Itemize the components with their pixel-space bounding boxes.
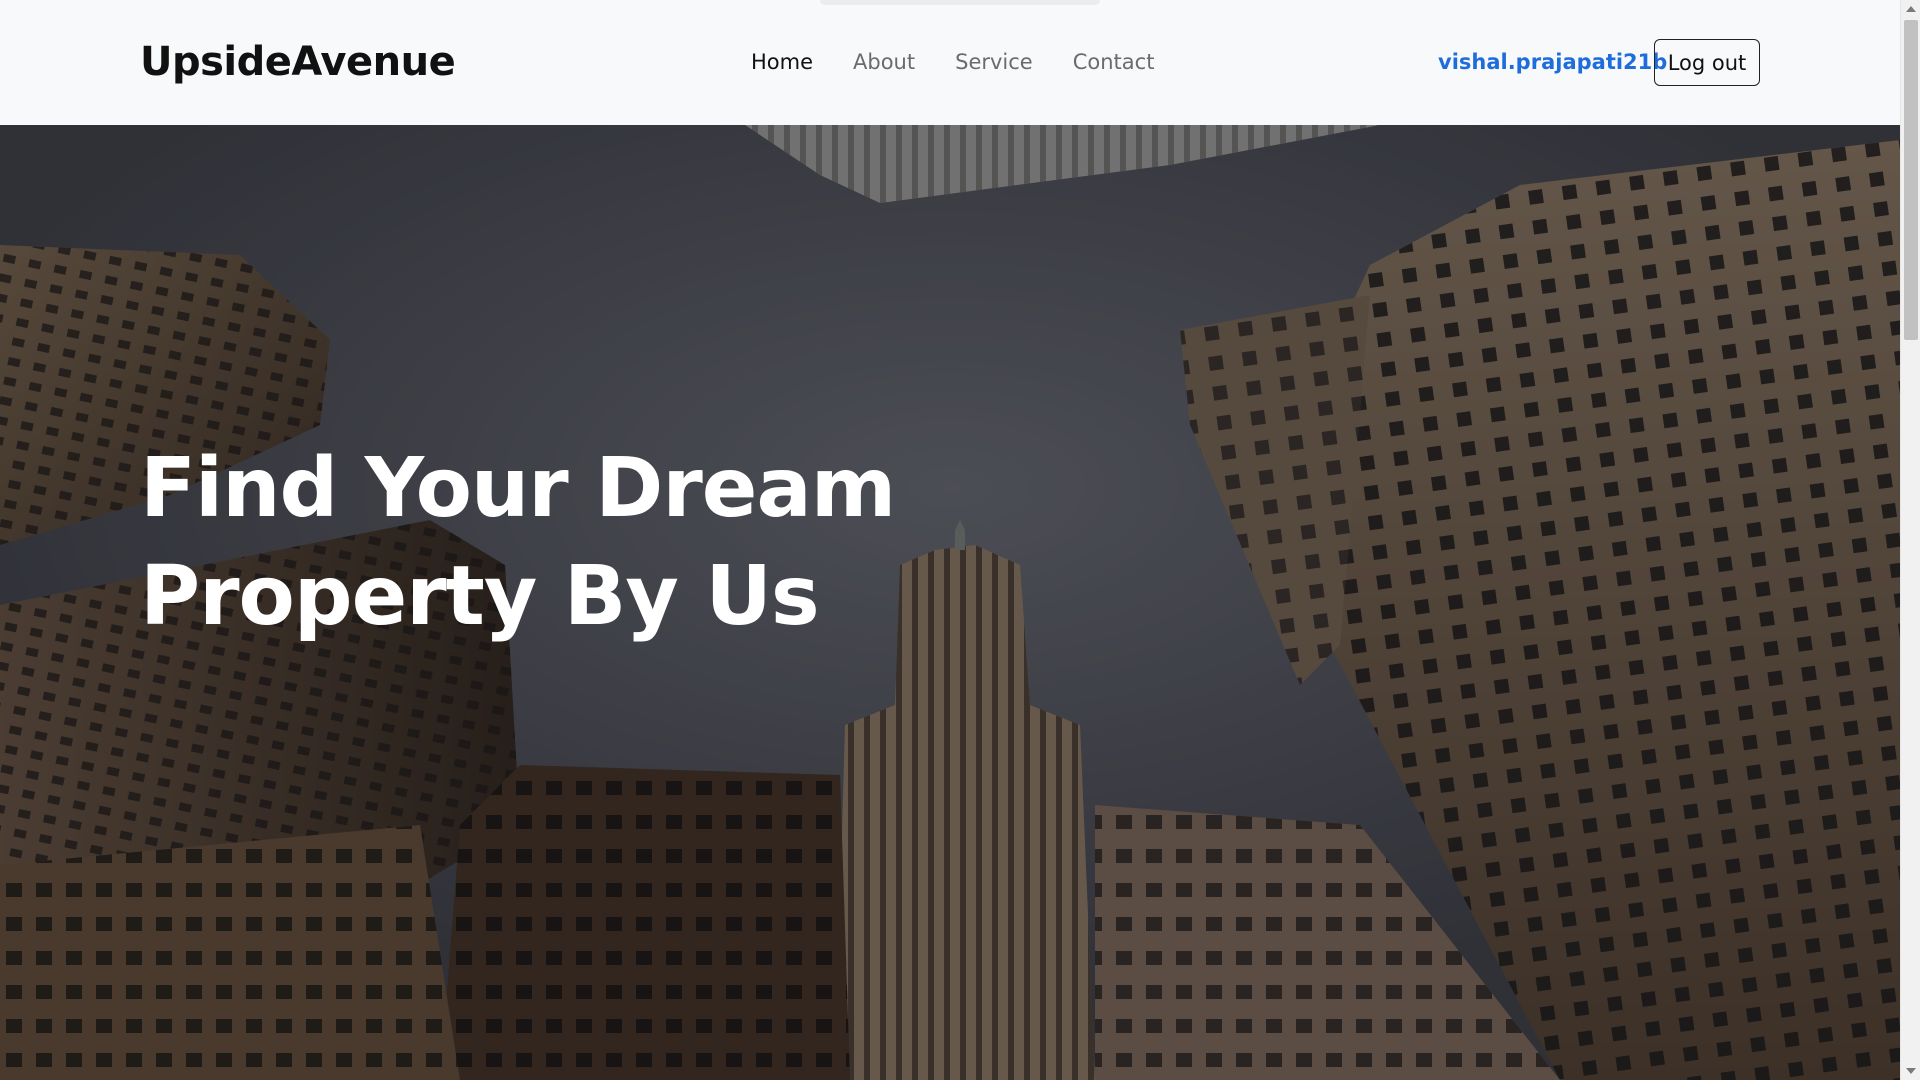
nav-link-service[interactable]: Service xyxy=(935,44,1053,80)
vertical-scrollbar[interactable] xyxy=(1900,0,1920,1080)
nav-link-home[interactable]: Home xyxy=(740,44,833,80)
scrollbar-thumb[interactable] xyxy=(1904,20,1918,340)
hero-title-line-1: Find Your Dream xyxy=(140,441,896,536)
navbar-top-shadow xyxy=(820,0,1100,5)
nav-link-about[interactable]: About xyxy=(833,44,935,80)
hero-title: Find Your Dream Property By Us xyxy=(140,435,1040,651)
page: UpsideAvenue Home About Service Contact … xyxy=(0,0,1900,1080)
logout-button[interactable]: Log out xyxy=(1654,39,1760,86)
navbar: UpsideAvenue Home About Service Contact … xyxy=(0,0,1900,125)
scroll-up-arrow-icon[interactable] xyxy=(1906,6,1916,12)
username-link[interactable]: vishal.prajapati21b xyxy=(1438,44,1667,80)
brand-logo[interactable]: UpsideAvenue xyxy=(140,34,456,90)
hero-title-line-2: Property By Us xyxy=(140,549,820,644)
nav-link-contact[interactable]: Contact xyxy=(1053,44,1175,80)
nav-links: Home About Service Contact xyxy=(740,44,1174,80)
scroll-down-arrow-icon[interactable] xyxy=(1906,1068,1916,1074)
hero-section: Find Your Dream Property By Us xyxy=(0,125,1900,1080)
